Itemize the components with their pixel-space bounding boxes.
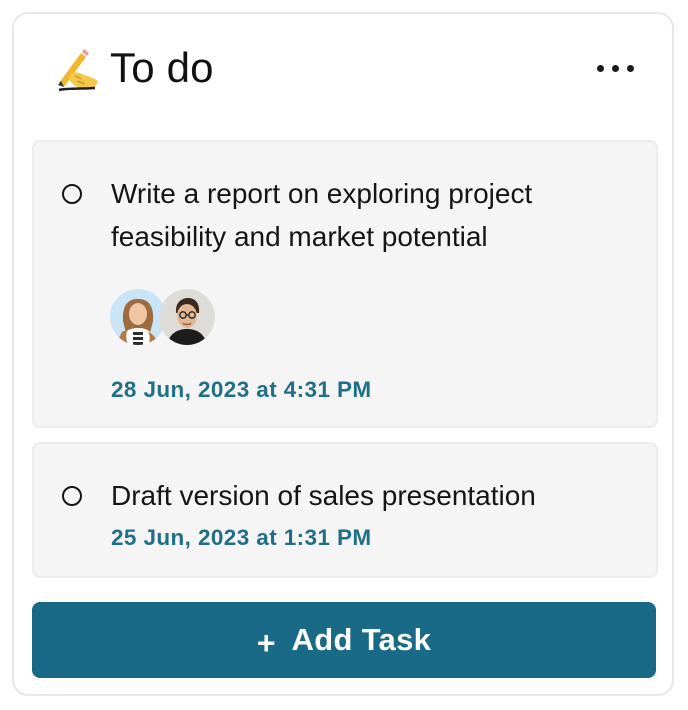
task-date: 28 Jun, 2023 at 4:31 PM: [111, 377, 372, 402]
card-header: To do: [14, 14, 672, 126]
assignee-avatars: [110, 289, 230, 347]
writing-hand-icon: [58, 49, 98, 92]
card-title: To do: [110, 44, 214, 91]
more-horizontal-icon: [596, 64, 604, 72]
avatar-man[interactable]: [159, 289, 215, 345]
add-task-button[interactable]: + Add Task: [32, 602, 656, 678]
task-item[interactable]: Draft version of sales presentation 25 J…: [32, 442, 658, 578]
more-dot: [611, 64, 619, 72]
task-title: Draft version of sales presentation: [111, 480, 536, 511]
add-task-label: Add Task: [291, 622, 432, 657]
plus-icon: +: [256, 625, 276, 661]
task-item[interactable]: Write a report on exploring project feas…: [32, 140, 658, 428]
avatar-woman[interactable]: [110, 289, 166, 345]
task-title: Write a report on exploring project feas…: [111, 178, 533, 252]
circle-outline-icon[interactable]: [62, 184, 82, 204]
circle-outline-icon[interactable]: [62, 486, 82, 506]
more-options-button[interactable]: [588, 52, 642, 84]
task-date: 25 Jun, 2023 at 1:31 PM: [111, 525, 372, 550]
todo-card: To do Write a report on exploring projec…: [12, 12, 674, 696]
more-dot: [626, 64, 634, 72]
